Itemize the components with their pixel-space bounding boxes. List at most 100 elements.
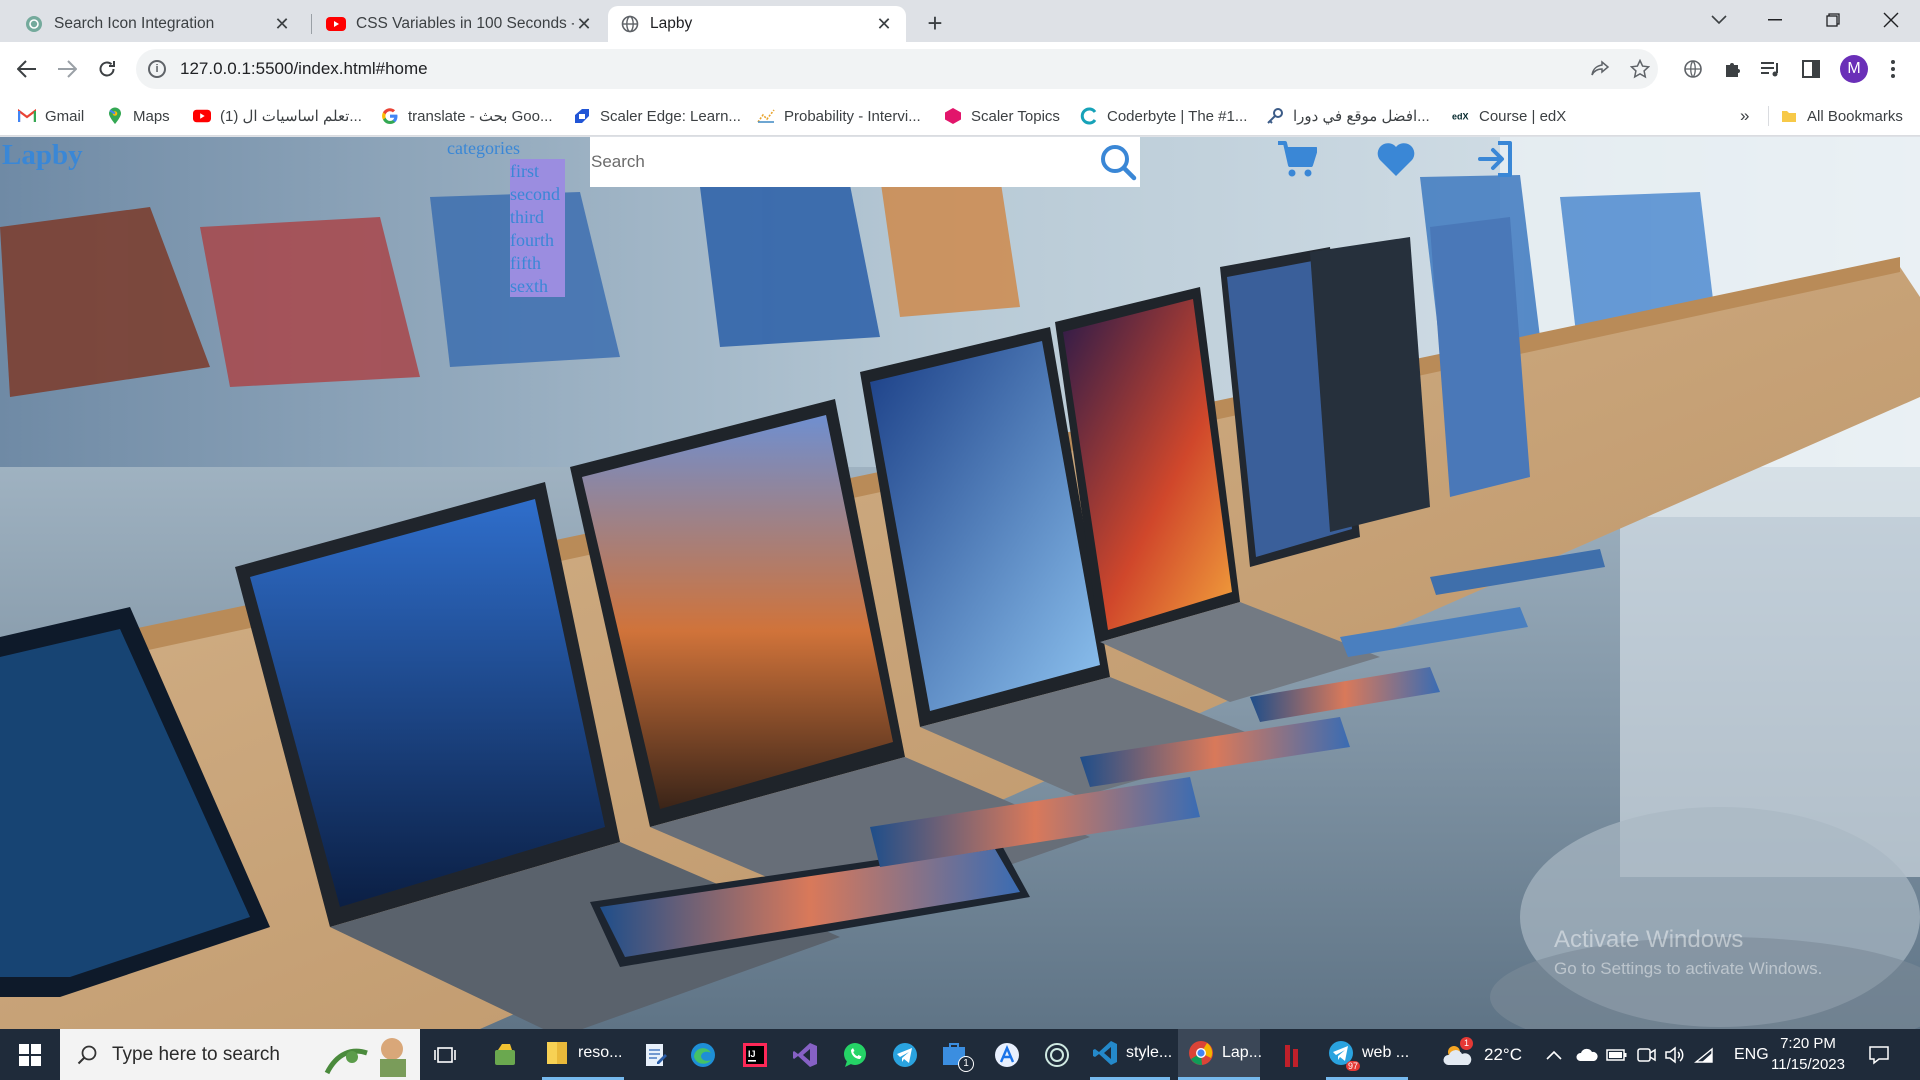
- site-logo[interactable]: Lapby: [2, 139, 83, 172]
- taskbar-app-notepad[interactable]: [640, 1029, 670, 1080]
- chart-icon: [757, 107, 775, 125]
- volume-icon[interactable]: [1664, 1029, 1686, 1080]
- more-bookmarks-button[interactable]: »: [1740, 104, 1749, 128]
- edx-icon: edX: [1452, 107, 1470, 125]
- close-tab-icon[interactable]: ✕: [272, 14, 292, 34]
- restore-button[interactable]: [1804, 0, 1862, 40]
- minimize-button[interactable]: [1746, 0, 1804, 40]
- bookmark-probability[interactable]: Probability - Intervi...: [757, 104, 921, 128]
- taskbar-app-chrome[interactable]: Lap...: [1178, 1029, 1262, 1080]
- clock-time: 7:20 PM: [1780, 1035, 1836, 1052]
- close-window-button[interactable]: [1862, 0, 1920, 40]
- url-text[interactable]: 127.0.0.1:5500/index.html#home: [180, 59, 428, 79]
- all-bookmarks-button[interactable]: All Bookmarks: [1780, 104, 1903, 128]
- extensions-puzzle-icon[interactable]: [1720, 56, 1746, 82]
- taskbar-app-telegram-web[interactable]: 97 web ...: [1326, 1029, 1409, 1080]
- category-item-third[interactable]: third: [510, 206, 565, 229]
- bookmark-maps[interactable]: Maps: [106, 104, 170, 128]
- show-hidden-icons-button[interactable]: [1546, 1029, 1562, 1080]
- bookmark-coderbyte[interactable]: Coderbyte | The #1...: [1080, 104, 1247, 128]
- start-button[interactable]: [0, 1029, 60, 1080]
- taskbar-app-tools[interactable]: [490, 1029, 520, 1080]
- category-item-second[interactable]: second: [510, 183, 565, 206]
- tab-divider: [311, 14, 312, 34]
- maps-icon: [106, 107, 124, 125]
- bookmark-gmail[interactable]: Gmail: [18, 104, 84, 128]
- bookmark-translate[interactable]: translate - بحث Goo...: [381, 104, 553, 128]
- category-item-first[interactable]: first: [510, 160, 565, 183]
- bookmark-youtube-arabic[interactable]: (1) تعلم اساسيات ال...: [193, 104, 362, 128]
- tab-lapby[interactable]: Lapby ✕: [608, 6, 906, 42]
- bookmark-scaler-topics[interactable]: Scaler Topics: [944, 104, 1060, 128]
- all-bookmarks-label: All Bookmarks: [1807, 107, 1903, 125]
- intellij-icon: IJ: [740, 1040, 770, 1070]
- bookmarks-bar: Gmail Maps (1) تعلم اساسيات ال... transl…: [0, 96, 1920, 136]
- category-item-fifth[interactable]: fifth: [510, 252, 565, 275]
- profile-avatar[interactable]: M: [1840, 55, 1868, 83]
- task-view-button[interactable]: [430, 1029, 460, 1080]
- media-queue-icon[interactable]: [1758, 56, 1784, 82]
- cart-icon[interactable]: [1275, 137, 1319, 181]
- more-menu-icon[interactable]: [1880, 56, 1906, 82]
- taskbar-app-whatsapp[interactable]: [840, 1029, 870, 1080]
- meet-now-icon[interactable]: [1636, 1029, 1656, 1080]
- heart-icon[interactable]: [1374, 137, 1418, 181]
- address-bar[interactable]: i 127.0.0.1:5500/index.html#home: [136, 49, 1658, 89]
- forward-button[interactable]: [50, 52, 84, 86]
- taskbar-app-store[interactable]: 1: [940, 1029, 974, 1080]
- taskbar-app-file-explorer[interactable]: reso...: [542, 1029, 624, 1080]
- extension-globe-icon[interactable]: [1680, 56, 1706, 82]
- bookmark-edx[interactable]: edX Course | edX: [1452, 104, 1566, 128]
- new-tab-button[interactable]: +: [920, 8, 950, 38]
- back-button[interactable]: [10, 52, 44, 86]
- telegram-web-icon: 97: [1326, 1038, 1360, 1071]
- category-item-sexth[interactable]: sexth: [510, 275, 565, 298]
- share-icon[interactable]: [1588, 57, 1612, 81]
- bookmark-arabic-courses[interactable]: افضل موقع في دورا...: [1266, 104, 1430, 128]
- taskbar-app-telegram[interactable]: [890, 1029, 920, 1080]
- bookmark-label: Maps: [133, 107, 170, 125]
- weather-cloud-icon: 1: [1442, 1036, 1476, 1070]
- taskbar-app-visual-studio[interactable]: [790, 1029, 820, 1080]
- taskbar-app-vscode[interactable]: style...: [1090, 1029, 1172, 1080]
- search-input[interactable]: [591, 152, 1071, 172]
- reload-button[interactable]: [90, 52, 124, 86]
- side-panel-icon[interactable]: [1798, 56, 1824, 82]
- tab-css-variables[interactable]: CSS Variables in 100 Seconds - Y ✕: [314, 6, 606, 42]
- input-language[interactable]: ENG: [1734, 1029, 1769, 1080]
- globe-icon: [620, 14, 640, 34]
- category-item-fourth[interactable]: fourth: [510, 229, 565, 252]
- taskbar-search-box[interactable]: Type here to search: [60, 1029, 420, 1080]
- taskbar-app-edge[interactable]: [688, 1029, 718, 1080]
- youtube-icon: [326, 14, 346, 34]
- system-clock[interactable]: 7:20 PM 11/15/2023: [1766, 1033, 1850, 1075]
- taskbar-app-chatgpt[interactable]: [1042, 1029, 1072, 1080]
- youtube-icon: [193, 107, 211, 125]
- search-icon[interactable]: [1096, 140, 1140, 184]
- visual-studio-icon: [790, 1040, 820, 1070]
- tab-strip: Search Icon Integration ✕ CSS Variables …: [0, 0, 1920, 42]
- close-tab-icon[interactable]: ✕: [874, 14, 894, 34]
- notification-center-icon[interactable]: [1868, 1029, 1890, 1080]
- onedrive-icon[interactable]: [1576, 1029, 1598, 1080]
- site-info-icon[interactable]: i: [148, 60, 166, 78]
- edge-icon: [688, 1040, 718, 1070]
- battery-icon[interactable]: [1606, 1029, 1628, 1080]
- taskbar-app-red[interactable]: [1278, 1029, 1308, 1080]
- tab-search-icon-integration[interactable]: Search Icon Integration ✕: [12, 6, 304, 42]
- google-icon: [381, 107, 399, 125]
- star-icon[interactable]: [1628, 57, 1652, 81]
- taskbar-app-a[interactable]: [992, 1029, 1022, 1080]
- wifi-icon[interactable]: [1694, 1029, 1714, 1080]
- bookmark-scaler-edge[interactable]: Scaler Edge: Learn...: [573, 104, 741, 128]
- taskbar-app-intellij[interactable]: IJ: [740, 1029, 770, 1080]
- categories-label[interactable]: categories: [447, 138, 520, 159]
- close-tab-icon[interactable]: ✕: [574, 14, 594, 34]
- login-icon[interactable]: [1474, 137, 1518, 181]
- browser-toolbar: i 127.0.0.1:5500/index.html#home M: [0, 42, 1920, 96]
- store-icon: 1: [940, 1040, 974, 1072]
- tab-search-chevron-icon[interactable]: [1690, 0, 1748, 40]
- bookmark-label: (1) تعلم اساسيات ال...: [220, 108, 362, 125]
- weather-widget[interactable]: 1 22°C: [1442, 1029, 1522, 1080]
- tab-title: Lapby: [650, 15, 693, 32]
